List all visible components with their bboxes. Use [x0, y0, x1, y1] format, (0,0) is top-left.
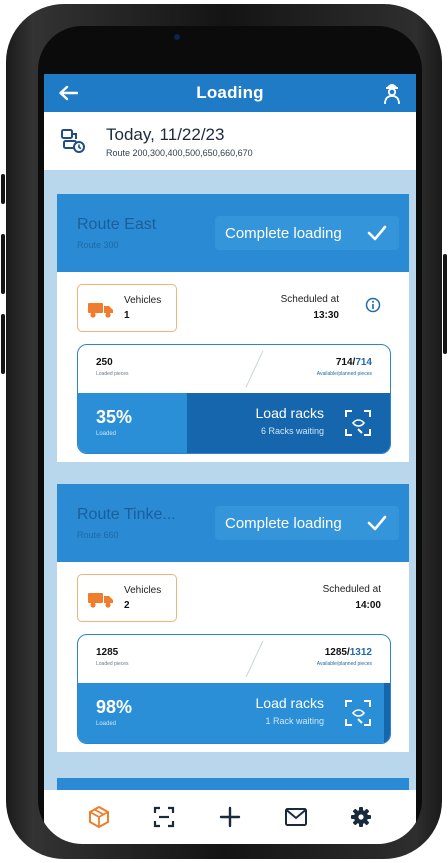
nav-messages[interactable]: [281, 802, 311, 832]
nav-add[interactable]: [215, 802, 245, 832]
loaded-percent: 98%: [96, 697, 133, 717]
front-camera: [174, 34, 180, 40]
phone-side-button: [1, 174, 5, 204]
racks-waiting: 1 Rack waiting: [265, 716, 324, 726]
loaded-percent-label: Loaded: [96, 721, 117, 727]
vehicles-count: 2: [124, 600, 130, 611]
check-icon: [367, 225, 387, 241]
today-date: Today, 11/22/23: [106, 124, 225, 144]
bottom-navigation: [44, 790, 416, 844]
loaded-pieces-label: Loaded pieces: [96, 661, 129, 667]
scan-icon: [154, 806, 175, 828]
divider: [245, 640, 264, 678]
today-routes: Route 200,300,400,500,650,660,670: [106, 147, 253, 158]
today-header: Today, 11/22/23 Route 200,300,400,500,65…: [44, 112, 416, 170]
info-icon[interactable]: [365, 297, 381, 313]
nav-loading[interactable]: [84, 802, 114, 832]
progress-bar: 98% Loaded Load racks 1 Rack waiting: [78, 683, 390, 743]
mail-icon: [284, 808, 307, 826]
app-bar: Loading: [44, 74, 416, 112]
loaded-pieces-value: 250: [96, 357, 113, 368]
truck-icon: [88, 303, 113, 318]
racks-waiting: 6 Racks waiting: [260, 426, 324, 436]
loaded-percent: 35%: [96, 407, 133, 427]
check-icon: [367, 515, 387, 531]
route-name: Route Tinke...: [77, 506, 176, 523]
available-planned-value: 1285/1312: [324, 647, 372, 658]
phone-side-button: [1, 314, 5, 374]
vehicles-box[interactable]: Vehicles 2: [77, 574, 177, 622]
driver-icon: [384, 84, 400, 105]
gear-icon: [351, 807, 372, 827]
vehicles-label: Vehicles: [124, 295, 162, 306]
progress-bar: 35% Loaded Load racks 6 Racks waiting: [78, 393, 390, 453]
complete-loading-button[interactable]: Complete loading: [215, 216, 399, 250]
route-card-partial: [57, 778, 409, 790]
loading-stats: 1285 Loaded pieces 1285/1312 Available/p…: [77, 634, 391, 744]
back-arrow-icon: [59, 85, 78, 101]
vehicles-label: Vehicles: [124, 585, 162, 596]
route-list: Route East Route 300 Complete loading Ve…: [44, 170, 416, 790]
scheduled-time: 13:30: [313, 310, 339, 321]
load-racks-label: Load racks: [255, 695, 324, 711]
route-card: Route East Route 300 Complete loading Ve…: [57, 194, 409, 462]
vehicles-count: 1: [124, 310, 130, 321]
route-icon: [61, 129, 85, 153]
box-icon: [88, 806, 109, 828]
loaded-pieces-value: 1285: [96, 647, 119, 658]
scan-rack-icon: [345, 410, 371, 436]
nav-scan[interactable]: [149, 802, 179, 832]
driver-profile-button[interactable]: [380, 81, 404, 105]
route-card-header: Route Tinke... Route 660 Complete loadin…: [57, 484, 409, 562]
scan-rack-icon: [345, 700, 371, 726]
phone-frame: Loading Today, 11/22/23 Route 200,300,40…: [1, 4, 447, 859]
nav-settings[interactable]: [346, 802, 376, 832]
divider: [245, 350, 264, 388]
available-planned-label: Available/planned pieces: [316, 661, 372, 667]
route-name: Route East: [77, 216, 157, 233]
screen: Loading Today, 11/22/23 Route 200,300,40…: [38, 26, 422, 844]
loading-stats: 250 Loaded pieces 714/714 Available/plan…: [77, 344, 391, 454]
vehicles-box[interactable]: Vehicles 1: [77, 284, 177, 332]
loaded-pieces-label: Loaded pieces: [96, 371, 129, 377]
scheduled-label: Scheduled at: [322, 584, 381, 595]
route-card: Route Tinke... Route 660 Complete loadin…: [57, 484, 409, 752]
scheduled-label: Scheduled at: [280, 294, 339, 305]
route-card-header: Route East Route 300 Complete loading: [57, 194, 409, 272]
page-title: Loading: [196, 83, 264, 102]
complete-loading-button[interactable]: Complete loading: [215, 506, 399, 540]
back-button[interactable]: [56, 81, 80, 105]
truck-icon: [88, 593, 113, 608]
loaded-percent-label: Loaded: [96, 431, 117, 437]
load-racks-button[interactable]: [383, 683, 390, 743]
phone-side-button: [443, 254, 447, 354]
schedule-info: Scheduled at 14:00: [323, 584, 381, 611]
schedule-info: Scheduled at 13:30: [281, 294, 339, 321]
phone-side-button: [1, 234, 5, 294]
load-racks-label: Load racks: [255, 405, 324, 421]
scheduled-time: 14:00: [355, 600, 381, 611]
plus-icon: [219, 806, 241, 828]
complete-loading-label: Complete loading: [225, 224, 342, 242]
route-number: Route 660: [77, 530, 119, 540]
available-planned-label: Available/planned pieces: [316, 371, 372, 377]
route-number: Route 300: [77, 240, 119, 250]
available-planned-value: 714/714: [335, 357, 372, 368]
complete-loading-label: Complete loading: [225, 514, 342, 532]
